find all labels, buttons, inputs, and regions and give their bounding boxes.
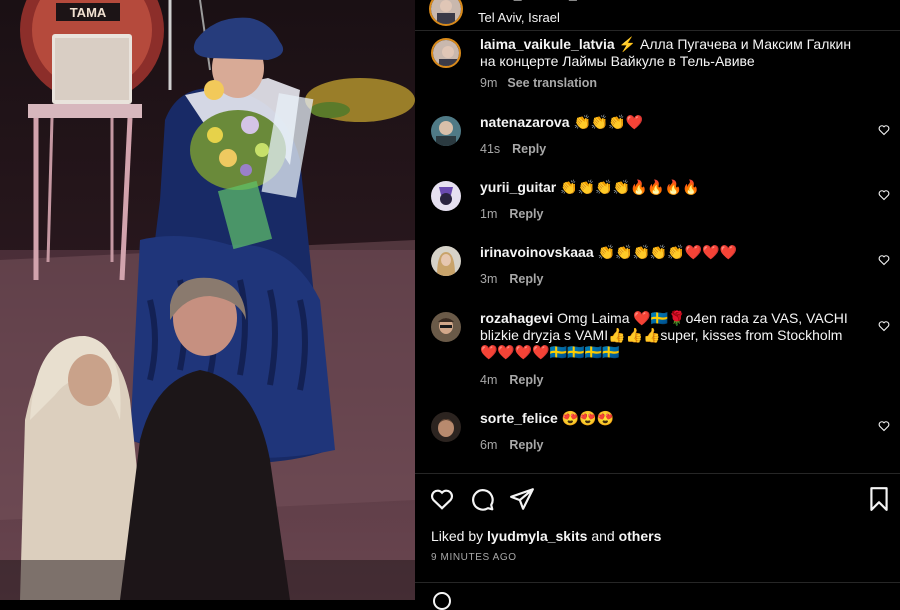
comment-text-block: yurii_guitar 👏👏👏👏🔥🔥🔥🔥 <box>480 179 860 196</box>
like-comment-heart-icon[interactable] <box>878 254 890 266</box>
like-comment-heart-icon[interactable] <box>878 320 890 332</box>
reply-button[interactable]: Reply <box>509 207 543 221</box>
share-send-icon[interactable] <box>509 486 535 512</box>
reply-button[interactable]: Reply <box>509 438 543 452</box>
comment-username[interactable]: natenazarova <box>480 114 569 130</box>
header-divider <box>415 30 900 31</box>
comments-panel: laima_vaikule_latvia Tel Aviv, Israel ••… <box>415 0 900 610</box>
bottom-divider <box>415 582 900 583</box>
emoji-icon[interactable] <box>433 592 451 610</box>
reply-button[interactable]: Reply <box>509 272 543 286</box>
comment-time: 1m <box>480 207 498 221</box>
reply-button[interactable]: Reply <box>512 142 546 156</box>
post-location[interactable]: Tel Aviv, Israel <box>478 10 560 25</box>
commenter-avatar[interactable] <box>431 312 461 342</box>
caption-text-block: laima_vaikule_latvia ⚡ Алла Пугачева и Ма… <box>480 36 860 70</box>
comment-meta: 4m Reply <box>480 373 543 387</box>
comment-meta: 1m Reply <box>480 207 543 221</box>
comment-text-block: rozahagevi Omg Laima ❤️🇸🇪🌹o4en rada za VA… <box>480 310 860 361</box>
reply-button[interactable]: Reply <box>509 373 543 387</box>
comment-time: 3m <box>480 272 498 286</box>
drum-brand-text: TAMA <box>70 5 107 20</box>
comment-text: 👏👏👏❤️ <box>573 114 644 130</box>
comment-username[interactable]: irinavoinovskaaa <box>480 244 594 260</box>
comment-meta: 41s Reply <box>480 142 546 156</box>
comment-bubble-icon[interactable] <box>469 486 495 512</box>
likes-others-link[interactable]: others <box>619 528 662 544</box>
likes-summary: Liked by lyudmyla_skits and others <box>431 528 661 544</box>
like-comment-heart-icon[interactable] <box>878 124 890 136</box>
more-options-icon[interactable]: ••• <box>864 0 888 9</box>
comment-text: 👏👏👏👏👏❤️❤️❤️ <box>597 244 738 260</box>
comment-username[interactable]: sorte_felice <box>480 410 558 426</box>
concert-photo: TAMA <box>0 0 415 600</box>
comment-text-block: natenazarova 👏👏👏❤️ <box>480 114 860 131</box>
like-comment-heart-icon[interactable] <box>878 420 890 432</box>
post-photo[interactable]: TAMA <box>0 0 415 600</box>
comment-text: 👏👏👏👏🔥🔥🔥🔥 <box>560 179 700 195</box>
comment-username[interactable]: rozahagevi <box>480 310 553 326</box>
author-avatar[interactable] <box>429 0 463 26</box>
post-header: laima_vaikule_latvia Tel Aviv, Israel ••… <box>415 0 900 30</box>
bookmark-icon[interactable] <box>866 486 892 512</box>
comment-time: 4m <box>480 373 498 387</box>
commenter-avatar[interactable] <box>431 181 461 211</box>
comment-text-block: sorte_felice 😍😍😍 <box>480 410 860 427</box>
commenter-avatar[interactable] <box>431 412 461 442</box>
caption-avatar[interactable] <box>431 38 461 68</box>
comment-meta: 3m Reply <box>480 272 543 286</box>
comment-time: 6m <box>480 438 498 452</box>
like-comment-heart-icon[interactable] <box>878 189 890 201</box>
action-bar <box>415 474 900 524</box>
post-timestamp: 9 MINUTES AGO <box>431 552 517 563</box>
comment-text-block: irinavoinovskaaa 👏👏👏👏👏❤️❤️❤️ <box>480 244 860 261</box>
comment-text: 😍😍😍 <box>561 410 615 426</box>
commenter-avatar[interactable] <box>431 246 461 276</box>
comment-time: 41s <box>480 142 501 156</box>
caption-username[interactable]: laima_vaikule_latvia <box>480 36 615 52</box>
likes-prefix: Liked by <box>431 528 484 544</box>
likes-user-link[interactable]: lyudmyla_skits <box>487 528 587 544</box>
see-translation-link[interactable]: See translation <box>507 76 597 90</box>
caption-time: 9m <box>480 76 498 90</box>
comment-meta: 6m Reply <box>480 438 543 452</box>
author-username[interactable]: laima_vaikule_latvia <box>478 0 613 2</box>
like-heart-icon[interactable] <box>429 486 455 512</box>
caption-meta: 9m See translation <box>480 76 597 90</box>
comment-username[interactable]: yurii_guitar <box>480 179 556 195</box>
likes-and: and <box>591 528 615 544</box>
commenter-avatar[interactable] <box>431 116 461 146</box>
